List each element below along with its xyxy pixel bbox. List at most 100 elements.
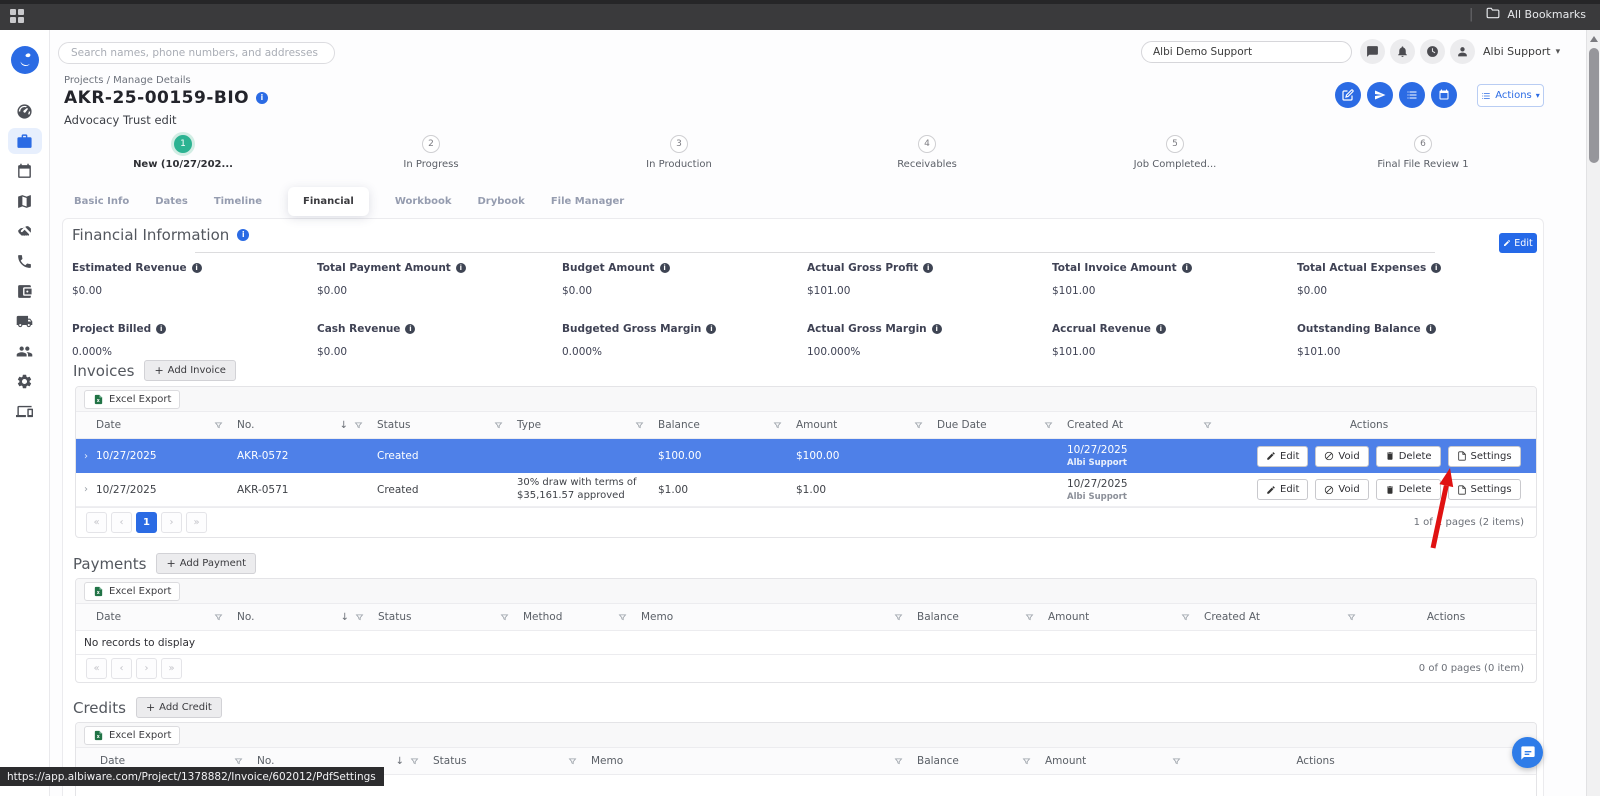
sort-desc-icon[interactable]: ↓ [396, 756, 404, 767]
filter-icon[interactable] [214, 613, 223, 622]
pagination-last-button[interactable] [161, 658, 182, 679]
add-credit-button[interactable]: Add Credit [135, 697, 222, 718]
invoice-edit-button[interactable]: Edit [1257, 479, 1309, 500]
invoice-row-selected[interactable]: › 10/27/2025 AKR-0572 Created $100.00 $1… [76, 439, 1536, 473]
tasks-button[interactable] [1399, 82, 1425, 108]
tab-file-manager[interactable]: File Manager [551, 196, 624, 207]
tab-workbook[interactable]: Workbook [395, 196, 452, 207]
apps-grid-icon[interactable] [10, 9, 24, 23]
actions-dropdown-button[interactable]: Actions [1477, 84, 1544, 107]
sidebar-item-dashboard[interactable] [8, 98, 42, 124]
filter-icon[interactable] [894, 613, 903, 622]
filter-icon[interactable] [1172, 757, 1181, 766]
filter-icon[interactable] [410, 757, 419, 766]
user-avatar[interactable] [1450, 39, 1475, 64]
sidebar-item-finance[interactable] [8, 278, 42, 304]
vertical-scrollbar[interactable] [1586, 30, 1600, 796]
sort-desc-icon[interactable]: ↓ [340, 420, 348, 431]
albi-logo[interactable] [10, 46, 39, 74]
filter-icon[interactable] [773, 421, 782, 430]
location-input[interactable] [1141, 40, 1352, 63]
notifications-button[interactable] [1390, 39, 1415, 64]
filter-icon[interactable] [214, 421, 223, 430]
filter-icon[interactable] [500, 613, 509, 622]
pagination-next-button[interactable] [136, 658, 157, 679]
filter-icon[interactable] [1025, 613, 1034, 622]
field-info-icon[interactable] [1425, 324, 1436, 334]
filter-icon[interactable] [234, 757, 243, 766]
filter-icon[interactable] [914, 421, 923, 430]
sidebar-item-settings[interactable] [8, 368, 42, 394]
search-input[interactable] [58, 42, 335, 64]
credits-excel-export-button[interactable]: Excel Export [84, 725, 181, 745]
tab-timeline[interactable]: Timeline [214, 196, 262, 207]
send-button[interactable] [1367, 82, 1393, 108]
field-info-icon[interactable] [923, 263, 934, 273]
filter-icon[interactable] [1347, 613, 1356, 622]
field-info-icon[interactable] [191, 263, 202, 273]
pagination-prev-button[interactable] [111, 512, 132, 533]
step-receivables[interactable]: 4 Receivables [827, 135, 1027, 170]
tab-dates[interactable]: Dates [155, 196, 188, 207]
pagination-prev-button[interactable] [111, 658, 132, 679]
financial-info-icon[interactable] [237, 229, 250, 241]
sidebar-item-equipment[interactable] [8, 308, 42, 334]
field-info-icon[interactable] [405, 324, 416, 334]
field-info-icon[interactable] [931, 324, 942, 334]
scrollbar-thumb[interactable] [1589, 48, 1599, 163]
pagination-first-button[interactable] [86, 658, 107, 679]
edit-project-button[interactable] [1335, 82, 1361, 108]
invoice-settings-button[interactable]: Settings [1447, 445, 1521, 467]
field-info-icon[interactable] [706, 324, 717, 334]
filter-icon[interactable] [1203, 421, 1212, 430]
chat-launcher-button[interactable] [1512, 737, 1543, 768]
pagination-page-1[interactable]: 1 [136, 512, 157, 533]
field-info-icon[interactable] [156, 324, 167, 334]
expand-chevron-icon[interactable]: › [76, 451, 96, 462]
step-job-completed[interactable]: 5 Job Completed... [1075, 135, 1275, 170]
sort-desc-icon[interactable]: ↓ [341, 612, 349, 623]
tab-drybook[interactable]: Drybook [478, 196, 525, 207]
sidebar-item-map[interactable] [8, 188, 42, 214]
filter-icon[interactable] [494, 421, 503, 430]
field-info-icon[interactable] [1181, 263, 1192, 273]
invoice-settings-button[interactable]: Settings [1447, 479, 1521, 500]
pagination-last-button[interactable] [186, 512, 207, 533]
filter-icon[interactable] [354, 421, 363, 430]
expand-chevron-icon[interactable]: › [76, 484, 96, 495]
field-info-icon[interactable] [455, 263, 466, 273]
step-in-production[interactable]: 3 In Production [579, 135, 779, 170]
step-final-review[interactable]: 6 Final File Review 1 [1323, 135, 1523, 170]
pagination-first-button[interactable] [86, 512, 107, 533]
user-menu[interactable]: Albi Support [1483, 45, 1560, 58]
filter-icon[interactable] [355, 613, 364, 622]
sidebar-item-devices[interactable] [8, 398, 42, 424]
field-info-icon[interactable] [659, 263, 670, 273]
sidebar-item-sales[interactable] [8, 218, 42, 244]
step-new[interactable]: 1 New (10/27/202... [83, 135, 283, 170]
payments-excel-export-button[interactable]: Excel Export [84, 581, 181, 601]
sidebar-item-phone[interactable] [8, 248, 42, 274]
invoice-void-button[interactable]: Void [1315, 445, 1369, 467]
field-info-icon[interactable] [1155, 324, 1166, 334]
filter-icon[interactable] [894, 757, 903, 766]
filter-icon[interactable] [1044, 421, 1053, 430]
add-payment-button[interactable]: Add Payment [156, 553, 257, 574]
invoice-delete-button[interactable]: Delete [1375, 445, 1441, 467]
filter-icon[interactable] [1022, 757, 1031, 766]
filter-icon[interactable] [635, 421, 644, 430]
schedule-button[interactable] [1431, 82, 1457, 108]
pagination-next-button[interactable] [161, 512, 182, 533]
invoice-delete-button[interactable]: Delete [1375, 479, 1441, 500]
title-info-icon[interactable] [256, 92, 269, 104]
filter-icon[interactable] [618, 613, 627, 622]
financial-edit-button[interactable]: Edit [1499, 233, 1537, 253]
invoice-edit-button[interactable]: Edit [1257, 445, 1309, 467]
invoice-row[interactable]: › 10/27/2025 AKR-0571 Created 30% draw w… [76, 473, 1536, 507]
sidebar-item-calendar[interactable] [8, 158, 42, 184]
chat-button[interactable] [1360, 39, 1385, 64]
tab-financial[interactable]: Financial [288, 186, 369, 216]
sidebar-item-team[interactable] [8, 338, 42, 364]
invoices-excel-export-button[interactable]: Excel Export [84, 389, 181, 409]
tab-basic-info[interactable]: Basic Info [74, 196, 129, 207]
